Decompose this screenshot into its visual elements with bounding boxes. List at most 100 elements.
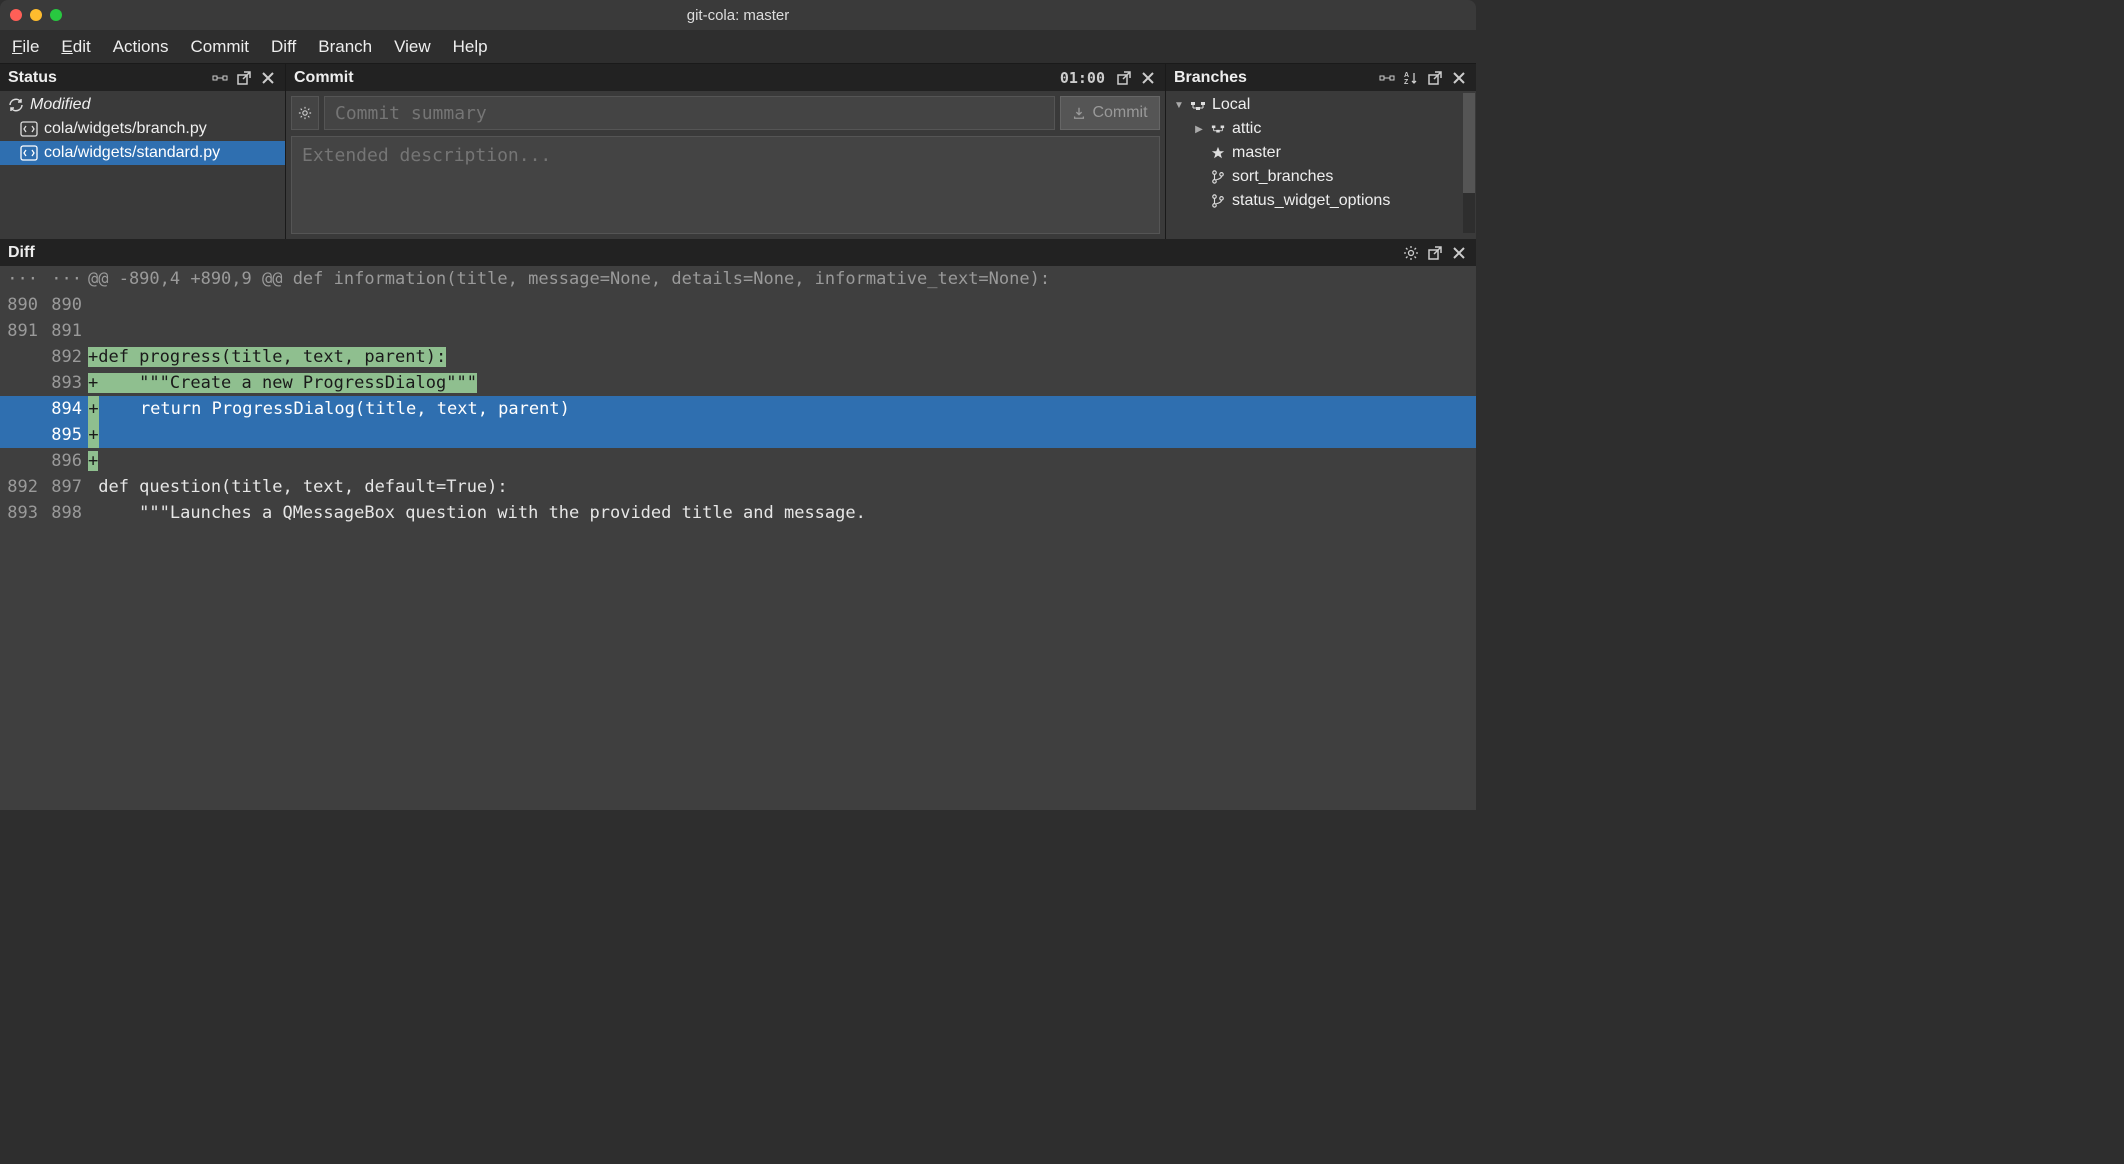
status-item-path: cola/widgets/standard.py [44, 144, 220, 162]
branch-icon [1210, 170, 1226, 184]
commit-summary-row: Commit [291, 96, 1160, 130]
diff-panel-header: Diff [0, 239, 1476, 266]
minimize-window-icon[interactable] [30, 9, 42, 21]
download-icon [1072, 106, 1086, 120]
popout-icon[interactable] [1115, 69, 1133, 87]
menu-view[interactable]: View [394, 37, 431, 57]
diff-line[interactable]: 891891 [0, 318, 1476, 344]
window-title: git-cola: master [687, 7, 790, 24]
line-number-old [0, 448, 44, 474]
diff-line[interactable]: 892897 def question(title, text, default… [0, 474, 1476, 500]
commit-panel-header: Commit 01:00 [286, 64, 1165, 91]
line-number-new: 897 [44, 474, 88, 500]
menu-file[interactable]: File [12, 37, 39, 57]
line-number-new: 895 [44, 422, 88, 448]
expand-icon[interactable]: ▼ [1174, 100, 1184, 111]
scrollbar[interactable] [1463, 93, 1475, 233]
close-icon[interactable] [259, 69, 277, 87]
menubar: File Edit Actions Commit Diff Branch Vie… [0, 30, 1476, 64]
diff-body[interactable]: ······@@ -890,4 +890,9 @@ def informatio… [0, 266, 1476, 810]
branches-panel: Branches AZ ▼ Local ▶ attic master sort_bra… [1166, 64, 1476, 239]
svg-text:A: A [1404, 72, 1409, 79]
diff-line[interactable]: 890890 [0, 292, 1476, 318]
popout-icon[interactable] [235, 69, 253, 87]
svg-text:Z: Z [1404, 79, 1409, 86]
sort-icon[interactable]: AZ [1402, 69, 1420, 87]
line-number-new: ··· [44, 266, 88, 292]
gear-icon[interactable] [1402, 244, 1420, 262]
line-number-new: 894 [44, 396, 88, 422]
diff-line[interactable]: 893+ """Create a new ProgressDialog""" [0, 370, 1476, 396]
line-number-new: 893 [44, 370, 88, 396]
titlebar: git-cola: master [0, 0, 1476, 30]
popout-icon[interactable] [1426, 69, 1444, 87]
diff-line[interactable]: 892+def progress(title, text, parent): [0, 344, 1476, 370]
line-number-new: 892 [44, 344, 88, 370]
diff-line[interactable]: 894+ return ProgressDialog(title, text, … [0, 396, 1476, 422]
status-section-modified[interactable]: Modified [0, 93, 285, 117]
line-number-old: 891 [0, 318, 44, 344]
branches-body: ▼ Local ▶ attic master sort_branches status_… [1166, 91, 1476, 239]
line-number-old: 892 [0, 474, 44, 500]
close-icon[interactable] [1139, 69, 1157, 87]
branches-title: Branches [1174, 69, 1247, 87]
menu-commit[interactable]: Commit [190, 37, 249, 57]
menu-actions[interactable]: Actions [113, 37, 169, 57]
grip-icon[interactable] [1378, 69, 1396, 87]
top-row: Status Modified cola/widgets/branch.py co… [0, 64, 1476, 239]
status-item[interactable]: cola/widgets/standard.py [0, 141, 285, 165]
status-item[interactable]: cola/widgets/branch.py [0, 117, 285, 141]
branch-item[interactable]: status_widget_options [1166, 189, 1476, 213]
commit-options-button[interactable] [291, 96, 319, 130]
menu-help[interactable]: Help [453, 37, 488, 57]
status-panel: Status Modified cola/widgets/branch.py co… [0, 64, 286, 239]
grip-icon[interactable] [211, 69, 229, 87]
commit-summary-input[interactable] [324, 96, 1055, 130]
commit-title: Commit [294, 69, 354, 87]
branch-item[interactable]: sort_branches [1166, 165, 1476, 189]
line-number-old: 890 [0, 292, 44, 318]
close-icon[interactable] [1450, 244, 1468, 262]
line-number-new: 891 [44, 318, 88, 344]
line-number-new: 898 [44, 500, 88, 526]
diff-line[interactable]: 893898 """Launches a QMessageBox questio… [0, 500, 1476, 526]
branch-item-label: attic [1232, 120, 1261, 138]
commit-button[interactable]: Commit [1060, 96, 1160, 130]
line-number-old: ··· [0, 266, 44, 292]
commit-timer: 01:00 [1060, 69, 1105, 87]
branch-item-label: master [1232, 144, 1281, 162]
close-window-icon[interactable] [10, 9, 22, 21]
branches-root[interactable]: ▼ Local [1166, 93, 1476, 117]
menu-edit[interactable]: Edit [61, 37, 90, 57]
diff-line[interactable]: 896+ [0, 448, 1476, 474]
folder-icon [1190, 98, 1206, 112]
status-section-label: Modified [30, 96, 90, 114]
status-body: Modified cola/widgets/branch.py cola/widg… [0, 91, 285, 239]
commit-panel: Commit 01:00 Commit [286, 64, 1166, 239]
file-diff-icon [20, 145, 38, 161]
scrollbar-thumb[interactable] [1463, 93, 1475, 193]
popout-icon[interactable] [1426, 244, 1444, 262]
branch-item[interactable]: ▶ attic [1166, 117, 1476, 141]
diff-line[interactable]: 895+ [0, 422, 1476, 448]
expand-icon[interactable]: ▶ [1194, 124, 1204, 135]
menu-branch[interactable]: Branch [318, 37, 372, 57]
commit-description-input[interactable] [291, 136, 1160, 234]
branch-item-label: sort_branches [1232, 168, 1333, 186]
status-item-path: cola/widgets/branch.py [44, 120, 207, 138]
line-number-old: 893 [0, 500, 44, 526]
diff-line[interactable]: ······@@ -890,4 +890,9 @@ def informatio… [0, 266, 1476, 292]
commit-button-label: Commit [1092, 104, 1147, 122]
line-number-old [0, 370, 44, 396]
maximize-window-icon[interactable] [50, 9, 62, 21]
line-number-new: 890 [44, 292, 88, 318]
close-icon[interactable] [1450, 69, 1468, 87]
status-panel-header: Status [0, 64, 285, 91]
line-number-old [0, 344, 44, 370]
branch-item[interactable]: master [1166, 141, 1476, 165]
branch-item-label: status_widget_options [1232, 192, 1390, 210]
line-number-old [0, 422, 44, 448]
commit-body: Commit [286, 91, 1165, 239]
menu-diff[interactable]: Diff [271, 37, 296, 57]
line-number-old [0, 396, 44, 422]
